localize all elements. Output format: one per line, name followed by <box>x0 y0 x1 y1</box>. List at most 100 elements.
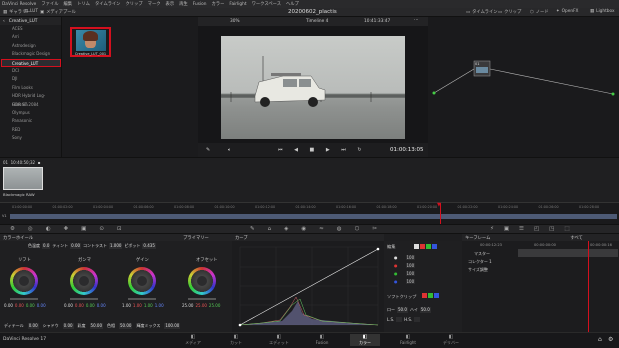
intensity-value[interactable]: 100 <box>405 279 416 284</box>
palette-icons-right[interactable]: ⚡▣☰◰◳⬚ <box>490 226 580 232</box>
menu-item[interactable]: 表示 <box>166 1 175 7</box>
wheel-value[interactable]: 0.00 <box>26 303 35 308</box>
lut-folder-item[interactable]: Film Looks <box>0 84 61 92</box>
soft-clip-swatches[interactable] <box>422 293 440 300</box>
lut-folder-item[interactable]: RED <box>0 126 61 134</box>
timeline-clip-thumbnail[interactable] <box>3 167 43 190</box>
keyframe-row[interactable]: サイズ調整 <box>468 267 488 273</box>
lut-folder-item[interactable]: Arri <box>0 33 61 41</box>
lut-folder-item[interactable]: Blackmagic Design <box>0 50 61 58</box>
lut-folder-item[interactable]: HDR ST 2084 <box>0 101 61 109</box>
intensity-value[interactable]: 100 <box>405 255 416 260</box>
wheel-value[interactable]: 0.00 <box>4 303 13 308</box>
curve-channel-swatches[interactable] <box>414 244 438 251</box>
menu-item[interactable]: マーク <box>148 1 161 7</box>
openfx-toggle[interactable]: ✦ OpenFX <box>556 9 579 14</box>
playback-controls[interactable]: ⏮ ◀ ■ ▶ ⏭ ↻ <box>278 147 367 153</box>
intensity-value[interactable]: 100 <box>405 271 416 276</box>
audio-icon[interactable]: 🔈︎ <box>228 147 231 153</box>
wheel-mode-select[interactable]: プライマリー <box>183 235 209 241</box>
track-clip-bar[interactable] <box>10 214 617 219</box>
wheel-value[interactable]: 1.00 <box>133 303 142 308</box>
timeline-toggle[interactable]: ▭ タイムライン <box>466 9 498 16</box>
pen-icon[interactable]: ✎ <box>206 147 210 153</box>
keyframe-row[interactable]: マスター <box>474 251 490 257</box>
menu-item[interactable]: タイムライン <box>95 1 120 7</box>
wheel-value[interactable]: 0.00 <box>15 303 24 308</box>
keyframe-master-track[interactable] <box>518 249 618 257</box>
wheel-value[interactable]: 25.00 <box>182 303 193 308</box>
keyframe-filter-select[interactable]: すべて <box>570 235 582 241</box>
page-tab[interactable]: ◧ エディット <box>264 334 294 346</box>
menu-item[interactable]: 再生 <box>179 1 188 7</box>
soft-clip-label: ソフトクリップ <box>387 294 417 299</box>
wheel-value[interactable]: 25.00 <box>209 303 220 308</box>
color-wheel[interactable] <box>188 267 216 295</box>
wheel-value[interactable]: 0.00 <box>64 303 73 308</box>
node-toggle[interactable]: ⬡ ノード <box>530 9 549 16</box>
palette-icons-left[interactable]: ⚙◎◐✚▣⊙⊡ <box>10 226 135 232</box>
wheel-value[interactable]: 1.00 <box>144 303 153 308</box>
lut-folder-item[interactable]: DCI <box>0 67 61 75</box>
menu-item[interactable]: ファイル <box>41 1 58 7</box>
mini-timeline: 01:00:00:00 01:00:02:00 01:00:04:00 01:00:0… <box>0 202 619 225</box>
wheel-value[interactable]: 0.00 <box>37 303 46 308</box>
master-wheel-slider[interactable] <box>10 298 38 300</box>
more-icon[interactable]: ⋯ <box>414 18 419 23</box>
page-tab[interactable]: ◧ メディア <box>178 334 208 346</box>
keyframe-row-label: サイズ調整 <box>468 267 488 272</box>
menu-item[interactable]: カラー <box>211 1 224 7</box>
page-tab[interactable]: ◧ Fairlight <box>393 334 423 345</box>
palette-icons-mid[interactable]: ✎⌂◈◉≈◍⬡✂ <box>250 226 390 232</box>
page-tab[interactable]: ◧ Fusion <box>307 334 337 345</box>
wheel-value[interactable]: 0.00 <box>86 303 95 308</box>
zoom-select[interactable]: 30% <box>230 19 240 24</box>
lut-folder-item[interactable]: Sony <box>0 134 61 142</box>
timeline-select[interactable]: Timeline 4 <box>306 19 328 24</box>
keyframe-row[interactable]: コレクター 1 <box>468 259 492 265</box>
wheel-value[interactable]: 25.00 <box>195 303 206 308</box>
color-wheel[interactable] <box>128 267 156 295</box>
menu-item[interactable]: ワークスペース <box>252 1 281 7</box>
keyframe-playhead[interactable] <box>588 241 589 332</box>
track-label: V1 <box>2 214 7 218</box>
menu-item[interactable]: ヘルプ <box>286 1 299 7</box>
menu-item[interactable]: トリム <box>77 1 90 7</box>
wheel-value[interactable]: 1.00 <box>155 303 164 308</box>
master-wheel-slider[interactable] <box>188 298 216 300</box>
lut-folder-item[interactable]: Astrodesign <box>0 42 61 50</box>
wheel-value[interactable]: 1.00 <box>122 303 131 308</box>
wheel-value[interactable]: 0.00 <box>75 303 84 308</box>
media-pool-button[interactable]: ▣ メディアプール <box>40 9 76 16</box>
wheel-value[interactable]: 0.00 <box>97 303 106 308</box>
menu-item[interactable]: Fusion <box>193 2 207 7</box>
menu-item[interactable]: Fairlight <box>229 2 246 7</box>
playhead-marker-icon[interactable]: ▼ <box>437 202 441 208</box>
lut-folder-item[interactable]: HDR Hybrid Log-Gamma <box>0 92 61 106</box>
menu-item[interactable]: 編集 <box>64 1 73 7</box>
page-tab[interactable]: ◧ カット <box>221 334 251 346</box>
settings-gear-icon[interactable]: ⚙ <box>608 336 613 343</box>
clip-toggle[interactable]: ▭ クリップ <box>498 9 521 16</box>
lut-thumbnail[interactable]: Creative_LUT_001 <box>70 27 111 57</box>
color-wheel[interactable] <box>70 267 98 295</box>
lightbox-toggle[interactable]: ▦ Lightbox <box>590 9 615 14</box>
master-wheel-slider[interactable] <box>70 298 98 300</box>
master-wheel-slider[interactable] <box>128 298 156 300</box>
menu-item[interactable]: DaVinci Resolve <box>2 2 36 7</box>
page-tab[interactable]: ◧ カラー <box>350 334 380 346</box>
color-wheel[interactable] <box>10 267 38 295</box>
channel-dot-icon: ● <box>394 279 398 284</box>
lut-folder-item[interactable]: Panasonic <box>0 117 61 125</box>
home-icon[interactable]: ⌂ <box>598 336 602 343</box>
intensity-value[interactable]: 100 <box>405 263 416 268</box>
back-icon[interactable]: ‹ <box>3 19 5 24</box>
lut-folder-item[interactable]: DJI <box>0 75 61 83</box>
lut-folder-item[interactable]: ACES <box>0 25 61 33</box>
lut-folder-item[interactable]: Olympus <box>0 109 61 117</box>
lut-button[interactable]: ▤ LUT <box>24 9 38 14</box>
lut-folder-item[interactable]: Creative_LUT <box>1 58 61 67</box>
curve-graph[interactable] <box>232 241 384 332</box>
menu-item[interactable]: クリップ <box>125 1 142 7</box>
page-tab[interactable]: ◧ デリバー <box>436 334 466 346</box>
